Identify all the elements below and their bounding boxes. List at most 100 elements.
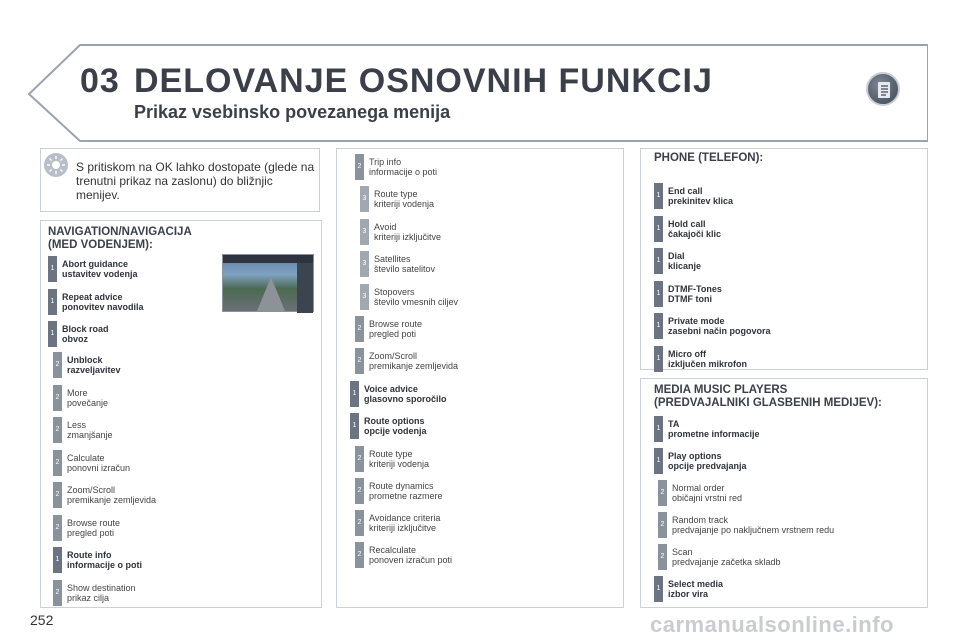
media-menu-item: 2 Random track predvajanje po naključnem v… [658, 512, 918, 538]
menu-level-badge: 2 [355, 154, 364, 180]
menu-item-label: Hold call čakajoči klic [668, 218, 722, 239]
submenu-menu-item: 1 Route options opcije vodenja [350, 413, 590, 439]
watermark: carmanualsonline.info [650, 612, 894, 637]
menu-item-label: End call prekinitev klica [668, 186, 734, 206]
menu-item-label: Show destination prikaz cilja [67, 582, 136, 603]
navigation-title: NAVIGATION/NAVIGACIJA (MED VODENJEM): [48, 226, 192, 252]
menu-item-label: Recalculate ponoven izračun poti [369, 545, 453, 565]
submenu-menu-item: 3 Avoid kriteriji izključitve [360, 219, 600, 245]
navigation-submenu-panel [336, 148, 624, 608]
phone-menu-item: 1 Dial klicanje [654, 248, 894, 274]
menu-level-badge: 2 [355, 478, 364, 504]
submenu-menu-item: 2 Route dynamics prometne razmere [355, 478, 595, 504]
menu-level-badge: 2 [53, 482, 62, 508]
navigation-menu-item: 2 Zoom/Scroll premikanje zemljevida [53, 482, 293, 508]
menu-item-label: Private mode zasebni način pogovora [668, 316, 771, 336]
menu-level-badge: 2 [658, 544, 667, 570]
menu-level-badge: 1 [350, 413, 359, 439]
menu-item-label: Block road obvoz [62, 324, 109, 344]
submenu-menu-item: 2 Recalculate ponoven izračun poti [355, 542, 595, 568]
submenu-menu-item: 2 Zoom/Scroll premikanje zemljevida [355, 348, 595, 374]
menu-level-badge: 2 [53, 449, 62, 476]
menu-item-label: Calculate ponovni izračun [67, 452, 131, 473]
menu-level-badge: 2 [355, 542, 364, 568]
menu-item-label: More povečanje [67, 387, 109, 408]
menu-item-label: Route type kriteriji vodenja [369, 449, 430, 469]
navigation-menu-item: 1 Route info informacije o poti [53, 547, 293, 573]
media-title-line1: MEDIA MUSIC PLAYERS [654, 384, 788, 396]
submenu-menu-item: 2 Trip info informacije o poti [355, 154, 595, 180]
media-menu-item: 1 TA prometne informacije [654, 416, 914, 442]
navigation-menu-item: 2 Unblock razveljavitev [53, 352, 293, 378]
menu-level-badge: 3 [360, 251, 369, 277]
menu-level-badge: 3 [360, 284, 369, 310]
menu-item-label: DTMF-Tones DTMF toni [668, 283, 722, 304]
submenu-menu-item: 2 Route type kriteriji vodenja [355, 446, 595, 472]
menu-level-badge: 1 [654, 576, 663, 602]
phone-menu-item: 1 Private mode zasebni način pogovora [654, 313, 894, 339]
menu-level-badge: 2 [53, 417, 62, 443]
media-menu-item: 1 Select media izbor vira [654, 576, 914, 602]
menu-level-badge: 1 [654, 280, 663, 307]
menu-item-label: Play options opcije predvajanja [668, 451, 747, 471]
menu-item-label: Avoid kriteriji izključitve [374, 222, 442, 242]
menu-level-badge: 1 [48, 288, 57, 315]
menu-item-label: Avoidance criteria kriteriji izključitve [369, 513, 441, 533]
menu-level-badge: 2 [355, 316, 364, 342]
navigation-menu-item: 2 Browse route pregled poti [53, 514, 293, 541]
menu-level-badge: 1 [654, 215, 663, 242]
menu-level-badge: 1 [350, 381, 359, 407]
menu-level-badge: 1 [48, 321, 57, 347]
media-menu-item: 2 Scan predvajanje začetka skladb [658, 544, 918, 570]
menu-item-label: Satellites število satelitov [374, 254, 436, 274]
menu-item-label: Micro off izključen mikrofon [668, 348, 748, 369]
media-title: MEDIA MUSIC PLAYERS (PREDVAJALNIKI GLASB… [654, 384, 882, 410]
menu-item-label: Route dynamics prometne razmere [369, 481, 443, 501]
submenu-menu-item: 1 Voice advice glasovno sporočilo [350, 381, 590, 407]
menu-level-badge: 2 [53, 384, 62, 411]
navigation-menu-item: 2 More povečanje [53, 384, 293, 411]
menu-level-badge: 2 [53, 579, 62, 606]
menu-level-badge: 1 [654, 313, 663, 339]
book-icon [866, 72, 900, 106]
menu-item-label: Route info informacije o poti [67, 550, 143, 570]
menu-item-label: Browse route pregled poti [369, 319, 423, 339]
menu-item-label: Route type kriteriji vodenja [374, 189, 435, 209]
navigation-menu-item: 2 Show destination prikaz cilja [53, 579, 293, 606]
menu-item-label: Normal order običajni vrstni red [672, 483, 743, 503]
phone-menu-item: 1 DTMF-Tones DTMF toni [654, 280, 894, 307]
media-menu-item: 1 Play options opcije predvajanja [654, 448, 914, 474]
menu-level-badge: 1 [654, 248, 663, 274]
menu-level-badge: 3 [360, 186, 369, 212]
menu-level-badge: 1 [654, 448, 663, 474]
media-menu-item: 2 Normal order običajni vrstni red [658, 480, 918, 506]
menu-item-label: Trip info informacije o poti [369, 157, 438, 177]
tip-icon [44, 153, 68, 177]
menu-level-badge: 1 [654, 183, 663, 209]
menu-level-badge: 2 [658, 480, 667, 506]
menu-item-label: Scan predvajanje začetka skladb [672, 547, 781, 567]
menu-item-label: Zoom/Scroll premikanje zemljevida [67, 485, 157, 505]
page-number: 252 [30, 612, 54, 628]
navigation-menu-item: 2 Less zmanjšanje [53, 417, 293, 443]
menu-level-badge: 1 [48, 256, 57, 282]
menu-item-label: TA prometne informacije [668, 419, 760, 439]
phone-menu-item: 1 End call prekinitev klica [654, 183, 894, 209]
submenu-menu-item: 2 Browse route pregled poti [355, 316, 595, 342]
menu-level-badge: 2 [53, 352, 62, 378]
menu-level-badge: 2 [355, 510, 364, 536]
menu-item-label: Zoom/Scroll premikanje zemljevida [369, 351, 459, 371]
note-text: S pritiskom na OK lahko dostopate (glede… [76, 160, 315, 202]
menu-item-label: Unblock razveljavitev [67, 355, 121, 375]
menu-item-label: Abort guidance ustavitev vodenja [62, 259, 138, 279]
chapter-number: 03 [80, 62, 120, 100]
submenu-menu-item: 2 Avoidance criteria kriteriji izključitve [355, 510, 595, 536]
phone-title: PHONE (TELEFON): [654, 152, 764, 164]
page-subtitle: Prikaz vsebinsko povezanega menija [134, 102, 451, 122]
navigation-menu-item: 1 Block road obvoz [48, 321, 288, 347]
menu-item-label: Dial klicanje [668, 251, 702, 271]
menu-item-label: Voice advice glasovno sporočilo [364, 384, 447, 404]
navigation-menu-item: 2 Calculate ponovni izračun [53, 449, 293, 476]
navigation-menu-item: 1 Abort guidance ustavitev vodenja [48, 256, 288, 282]
menu-level-badge: 1 [654, 345, 663, 372]
